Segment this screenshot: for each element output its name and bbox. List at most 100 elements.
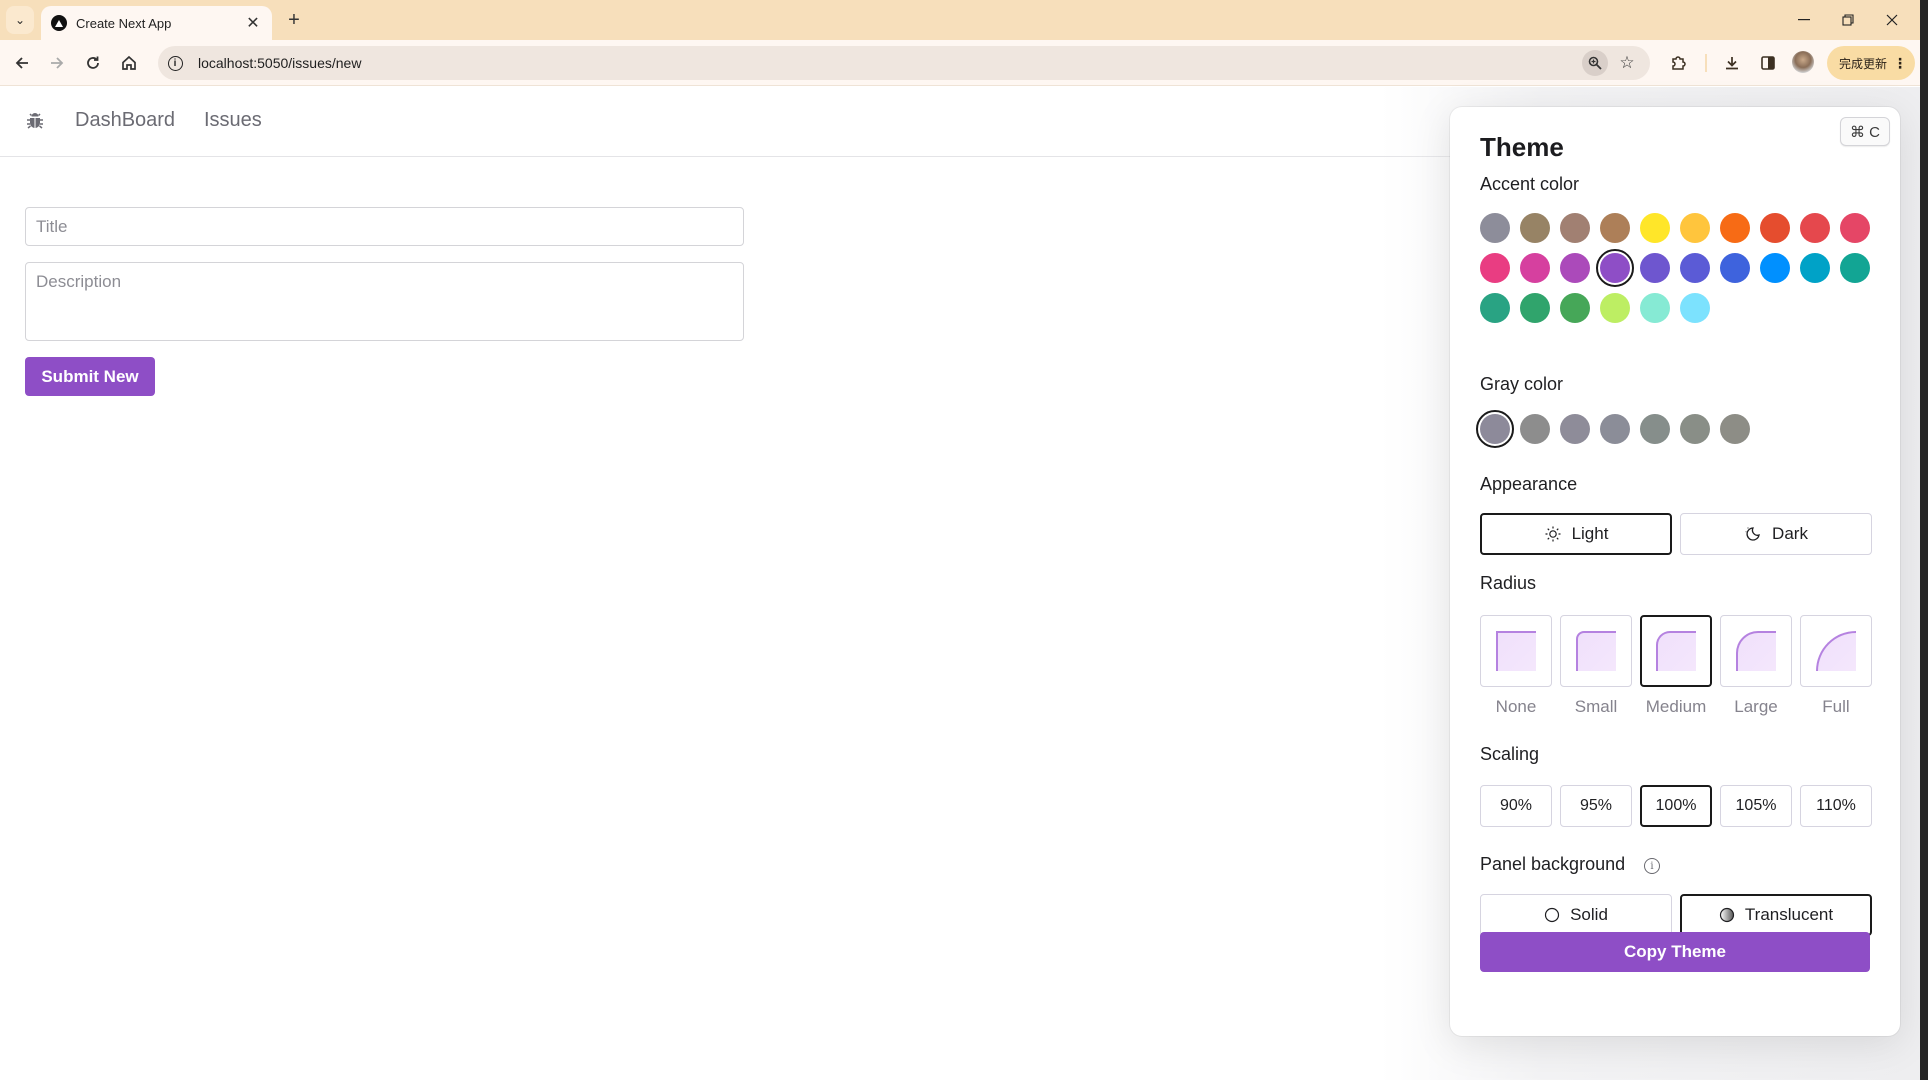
gray-swatch-slate[interactable]: [1600, 414, 1630, 444]
scaling-105-button[interactable]: 105%: [1720, 785, 1792, 827]
reload-button[interactable]: [78, 48, 108, 78]
moon-icon: [1744, 525, 1762, 543]
radius-large-label: Large: [1734, 697, 1778, 716]
radius-full-button[interactable]: [1800, 615, 1872, 687]
accent-swatch-sky[interactable]: [1680, 293, 1710, 323]
close-window-button[interactable]: [1870, 6, 1914, 34]
radius-option-small[interactable]: Small: [1560, 615, 1632, 717]
scaling-110-button[interactable]: 110%: [1800, 785, 1872, 827]
accent-swatch-gray[interactable]: [1480, 213, 1510, 243]
scaling-95-button[interactable]: 95%: [1560, 785, 1632, 827]
info-icon[interactable]: i: [1644, 858, 1660, 874]
radius-full-preview: [1816, 631, 1856, 671]
radius-large-button[interactable]: [1720, 615, 1792, 687]
accent-swatch-iris[interactable]: [1680, 253, 1710, 283]
gray-swatch-olive[interactable]: [1680, 414, 1710, 444]
radius-option-none[interactable]: None: [1480, 615, 1552, 717]
address-bar[interactable]: i localhost:5050/issues/new ☆: [158, 46, 1650, 80]
url-text[interactable]: localhost:5050/issues/new: [198, 55, 1582, 71]
description-input[interactable]: [25, 262, 744, 341]
update-button[interactable]: 完成更新 ⋮: [1827, 46, 1915, 80]
radius-medium-button[interactable]: [1640, 615, 1712, 687]
gray-swatch-sage[interactable]: [1640, 414, 1670, 444]
bookmark-button[interactable]: ☆: [1614, 50, 1640, 76]
radius-option-medium[interactable]: Medium: [1640, 615, 1712, 717]
accent-swatch-plum[interactable]: [1560, 253, 1590, 283]
side-panel-button[interactable]: [1754, 49, 1782, 77]
submit-new-button[interactable]: Submit New: [25, 357, 155, 396]
accent-swatch-grid: [1480, 213, 1870, 323]
gray-swatch-mauve[interactable]: [1560, 414, 1590, 444]
accent-swatch-crimson[interactable]: [1480, 253, 1510, 283]
accent-swatch-jade[interactable]: [1480, 293, 1510, 323]
tab-active[interactable]: Create Next App ✕: [41, 6, 272, 40]
back-button[interactable]: [7, 48, 37, 78]
minimize-button[interactable]: [1782, 6, 1826, 34]
copy-shortcut-hint[interactable]: ⌘ C: [1840, 117, 1890, 146]
zoom-indicator-button[interactable]: [1582, 50, 1608, 76]
radius-none-button[interactable]: [1480, 615, 1552, 687]
radius-small-button[interactable]: [1560, 615, 1632, 687]
plus-icon: +: [288, 8, 300, 31]
page-content: DashBoard Issues Submit New ⌘ C Theme Ac…: [0, 87, 1920, 1080]
browser-window: ⌄ Create Next App ✕ + i localhost:5050/i…: [0, 0, 1920, 1080]
reload-icon: [87, 56, 99, 69]
gray-swatch-auto[interactable]: [1476, 410, 1514, 448]
tab-list-button[interactable]: ⌄: [6, 6, 34, 34]
appearance-dark-button[interactable]: Dark: [1680, 513, 1872, 555]
scaling-options: 90% 95% 100% 105% 110%: [1480, 785, 1872, 827]
accent-swatch-green[interactable]: [1520, 293, 1550, 323]
accent-swatch-gold[interactable]: [1520, 213, 1550, 243]
accent-swatch-teal[interactable]: [1840, 253, 1870, 283]
nav-link-dashboard[interactable]: DashBoard: [75, 109, 175, 132]
accent-swatch-ruby[interactable]: [1840, 213, 1870, 243]
accent-swatch-yellow[interactable]: [1640, 213, 1670, 243]
nav-link-issues[interactable]: Issues: [204, 109, 262, 132]
scaling-90-button[interactable]: 90%: [1480, 785, 1552, 827]
forward-button[interactable]: [42, 48, 72, 78]
accent-swatch-bronze[interactable]: [1560, 213, 1590, 243]
panel-background-translucent-button[interactable]: Translucent: [1680, 894, 1872, 936]
kebab-menu-icon[interactable]: ⋮: [1893, 55, 1907, 72]
home-button[interactable]: [114, 48, 144, 78]
extensions-button[interactable]: [1664, 49, 1692, 77]
accent-swatch-grass[interactable]: [1560, 293, 1590, 323]
radius-option-large[interactable]: Large: [1720, 615, 1792, 717]
accent-swatch-pink[interactable]: [1520, 253, 1550, 283]
radius-small-label: Small: [1574, 697, 1618, 716]
accent-swatch-orange[interactable]: [1720, 213, 1750, 243]
radius-option-full[interactable]: Full: [1800, 615, 1872, 717]
sun-icon: [1544, 525, 1562, 543]
accent-swatch-brown[interactable]: [1600, 213, 1630, 243]
scaling-label: Scaling: [1480, 744, 1540, 764]
arrow-right-icon: [51, 57, 64, 69]
accent-swatch-indigo[interactable]: [1720, 253, 1750, 283]
accent-swatch-purple[interactable]: [1596, 249, 1634, 287]
new-tab-button[interactable]: +: [280, 6, 308, 34]
star-icon: ☆: [1619, 53, 1635, 72]
tab-close-icon[interactable]: ✕: [244, 13, 262, 33]
appearance-light-button[interactable]: Light: [1480, 513, 1672, 555]
title-input[interactable]: [25, 207, 744, 246]
accent-swatch-amber[interactable]: [1680, 213, 1710, 243]
scaling-100-button[interactable]: 100%: [1640, 785, 1712, 827]
restore-button[interactable]: [1826, 6, 1870, 34]
accent-swatch-blue[interactable]: [1760, 253, 1790, 283]
profile-avatar[interactable]: [1792, 51, 1814, 73]
copy-theme-button[interactable]: Copy Theme: [1480, 932, 1870, 972]
accent-swatch-mint[interactable]: [1640, 293, 1670, 323]
bug-icon[interactable]: [25, 111, 45, 131]
site-info-button[interactable]: i: [162, 50, 188, 76]
accent-swatch-tomato[interactable]: [1760, 213, 1790, 243]
accent-swatch-cyan[interactable]: [1800, 253, 1830, 283]
side-panel-icon: [1761, 56, 1775, 70]
accent-swatch-red[interactable]: [1800, 213, 1830, 243]
downloads-button[interactable]: [1718, 49, 1746, 77]
accent-swatch-violet[interactable]: [1640, 253, 1670, 283]
radius-medium-preview: [1656, 631, 1696, 671]
gray-swatch-gray[interactable]: [1520, 414, 1550, 444]
accent-swatch-lime[interactable]: [1600, 293, 1630, 323]
gray-swatch-sand[interactable]: [1720, 414, 1750, 444]
panel-background-solid-button[interactable]: Solid: [1480, 894, 1672, 936]
gray-swatch-grid: [1476, 410, 1870, 448]
